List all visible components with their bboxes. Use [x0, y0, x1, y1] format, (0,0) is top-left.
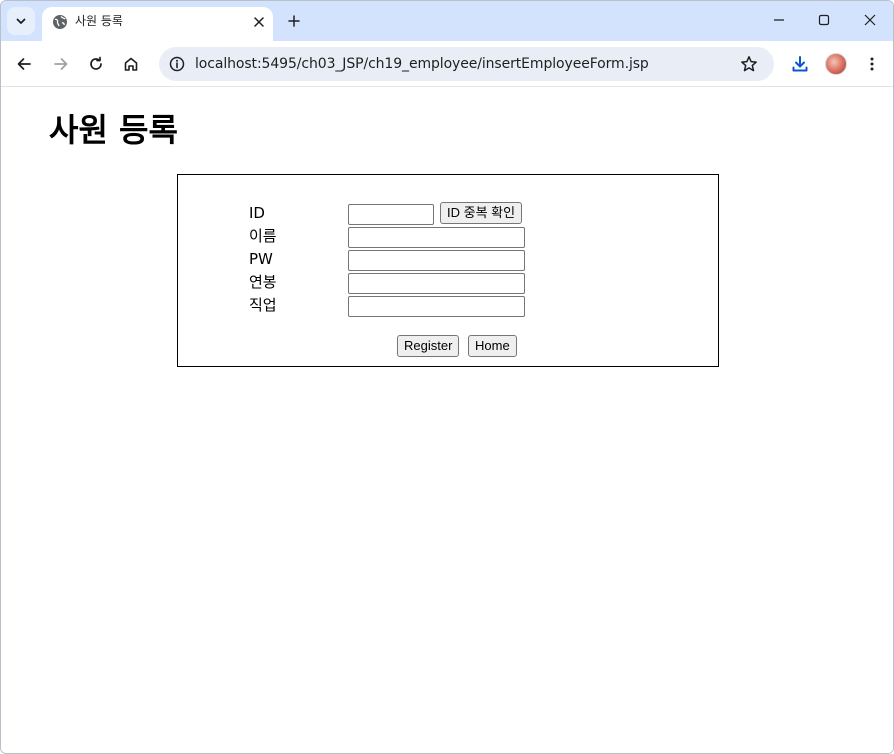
- home-button[interactable]: [117, 50, 145, 78]
- id-check-button[interactable]: ID 중복 확인: [440, 202, 523, 224]
- close-icon: [864, 14, 876, 26]
- id-label: ID: [249, 204, 265, 222]
- tab-title: 사원 등록: [75, 14, 123, 28]
- minimize-icon: [774, 19, 784, 21]
- register-button[interactable]: Register: [397, 335, 460, 357]
- maximize-icon: [818, 14, 830, 26]
- salary-input[interactable]: [348, 273, 525, 294]
- new-tab-button[interactable]: [282, 9, 306, 33]
- minimize-button[interactable]: [759, 5, 799, 35]
- address-bar[interactable]: localhost:5495/ch03_JSP/ch19_employee/in…: [159, 47, 774, 81]
- forward-button[interactable]: [47, 50, 75, 78]
- name-input[interactable]: [348, 227, 525, 248]
- download-icon: [792, 56, 808, 72]
- id-input[interactable]: [348, 204, 434, 225]
- home-icon: [124, 57, 138, 71]
- home-link-button[interactable]: Home: [468, 335, 517, 357]
- salary-label: 연봉: [249, 273, 277, 291]
- reload-button[interactable]: [82, 50, 110, 78]
- employee-form: ID ID 중복 확인 이름 PW 연봉 직업 Register Home: [177, 174, 719, 367]
- kebab-menu-icon: [870, 57, 874, 71]
- maximize-button[interactable]: [804, 5, 844, 35]
- star-icon: [741, 56, 757, 72]
- close-icon: [254, 17, 264, 27]
- back-arrow-icon: [17, 58, 31, 70]
- download-button[interactable]: [786, 50, 814, 78]
- browser-toolbar: localhost:5495/ch03_JSP/ch19_employee/in…: [1, 41, 893, 87]
- browser-window: 사원 등록 localhost:5495/ch03_JSP/ch19_emplo…: [0, 0, 894, 754]
- menu-button[interactable]: [858, 50, 886, 78]
- plus-icon: [288, 15, 300, 27]
- globe-icon: [53, 15, 67, 29]
- pw-input[interactable]: [348, 250, 525, 271]
- close-window-button[interactable]: [850, 5, 890, 35]
- tab-search-button[interactable]: [7, 7, 35, 35]
- url-text[interactable]: localhost:5495/ch03_JSP/ch19_employee/in…: [195, 55, 649, 73]
- tab-active[interactable]: 사원 등록: [42, 7, 273, 41]
- avatar[interactable]: [825, 53, 847, 75]
- pw-label: PW: [249, 250, 273, 268]
- chevron-down-icon: [16, 18, 26, 24]
- info-icon: [169, 56, 185, 72]
- page-content: 사원 등록 ID ID 중복 확인 이름 PW 연봉 직업 Register H…: [1, 88, 893, 753]
- bookmark-button[interactable]: [737, 52, 761, 76]
- name-label: 이름: [249, 227, 277, 245]
- tab-close-button[interactable]: [248, 11, 270, 33]
- job-input[interactable]: [348, 296, 525, 317]
- site-info-button[interactable]: [165, 52, 189, 76]
- reload-icon: [90, 56, 102, 70]
- forward-arrow-icon: [54, 58, 68, 70]
- page-title: 사원 등록: [49, 111, 178, 149]
- job-label: 직업: [249, 296, 277, 314]
- tab-strip: 사원 등록: [1, 1, 893, 41]
- back-button[interactable]: [10, 50, 38, 78]
